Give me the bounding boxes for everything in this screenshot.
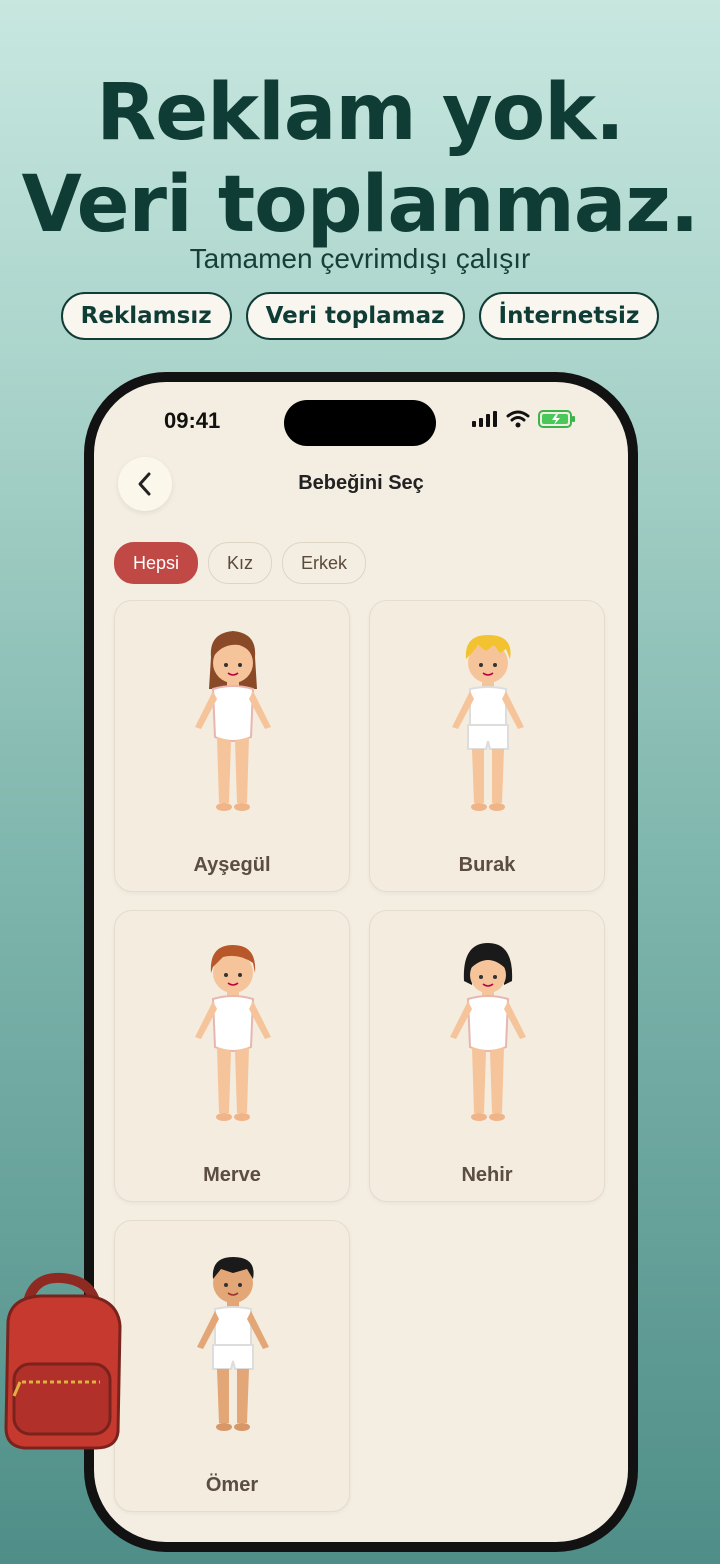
- filter-girl[interactable]: Kız: [208, 542, 273, 584]
- badge-offline: İnternetsiz: [478, 292, 660, 340]
- dynamic-island: [284, 400, 436, 446]
- status-icons: [472, 410, 576, 428]
- doll-girl-black-hair-image: [450, 943, 526, 1121]
- battery-icon: [538, 410, 575, 428]
- doll-boy-black-hair-image: [197, 1257, 269, 1431]
- doll-name: Merve: [203, 1164, 261, 1186]
- phone-frame: 09:41 Bebeğini Seç Hepsi Kız Erkek Ayşeg…: [84, 372, 638, 1552]
- filter-boy[interactable]: Erkek: [282, 542, 367, 584]
- backpack-illustration: [4, 1272, 122, 1450]
- badge-ad-free: Reklamsız: [60, 292, 232, 340]
- doll-card-nehir[interactable]: Nehir: [369, 910, 605, 1202]
- doll-card-burak[interactable]: Burak: [369, 600, 605, 892]
- filter-chips: Hepsi Kız Erkek: [114, 542, 367, 584]
- doll-card-aysegul[interactable]: Ayşegül: [114, 600, 350, 892]
- doll-girl-brown-hair-image: [195, 631, 271, 811]
- headline-line2: Veri toplanmaz.: [21, 160, 700, 250]
- status-time: 09:41: [164, 408, 221, 433]
- filter-all[interactable]: Hepsi: [114, 542, 199, 584]
- signal-icon: [472, 411, 497, 427]
- badge-no-data: Veri toplamaz: [245, 292, 465, 340]
- doll-name: Nehir: [461, 1164, 513, 1186]
- phone-screen: 09:41 Bebeğini Seç Hepsi Kız Erkek Ayşeg…: [94, 382, 628, 1542]
- headline-subtitle: Tamamen çevrimdışı çalışır: [189, 243, 531, 274]
- doll-name: Ömer: [205, 1474, 259, 1496]
- doll-girl-red-hair-image: [195, 945, 271, 1121]
- doll-name: Ayşegül: [193, 854, 271, 876]
- doll-boy-blond-hair-image: [452, 635, 524, 811]
- feature-badges: Reklamsız Veri toplamaz İnternetsiz: [0, 292, 720, 340]
- wifi-icon: [506, 410, 530, 428]
- headline-line1: Reklam yok.: [96, 68, 625, 158]
- doll-name: Burak: [458, 854, 516, 876]
- doll-card-omer[interactable]: Ömer: [114, 1220, 350, 1512]
- doll-card-merve[interactable]: Merve: [114, 910, 350, 1202]
- page-title: Bebeğini Seç: [298, 472, 424, 494]
